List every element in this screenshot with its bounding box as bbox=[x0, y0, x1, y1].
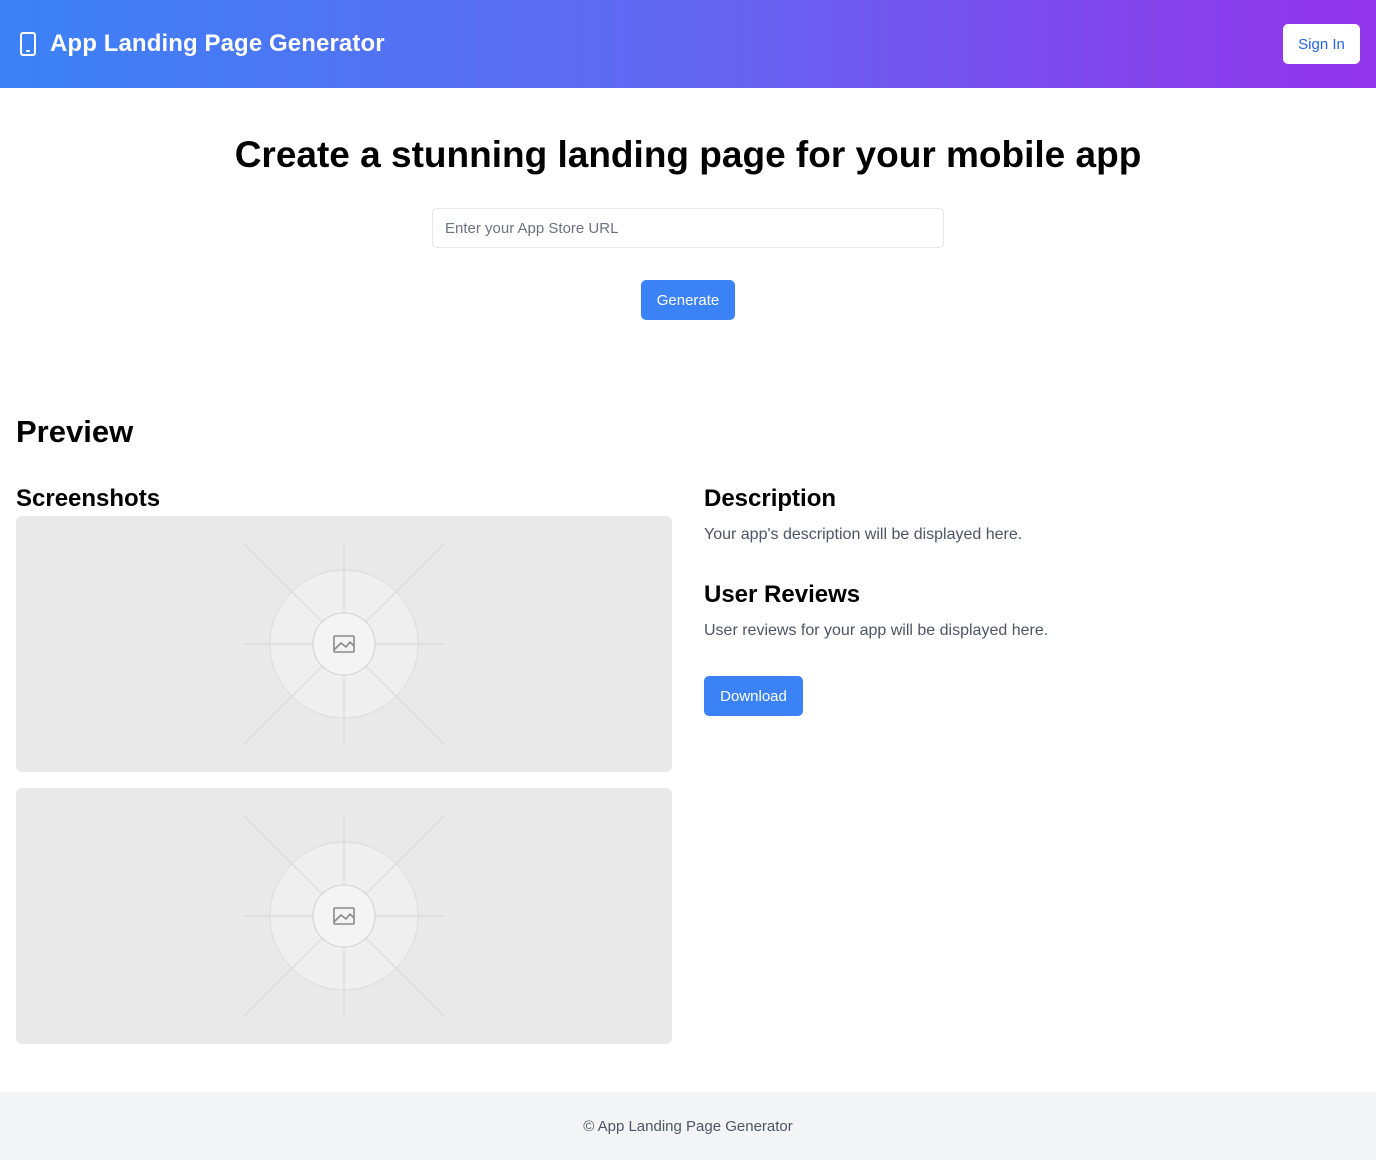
footer: © App Landing Page Generator bbox=[0, 1092, 1376, 1160]
screenshot-placeholder bbox=[16, 788, 672, 1044]
user-reviews-text: User reviews for your app will be displa… bbox=[704, 622, 1049, 639]
top-navbar: App Landing Page Generator Sign In bbox=[0, 0, 1376, 88]
user-reviews-heading: User Reviews bbox=[704, 581, 861, 608]
description-heading: Description bbox=[704, 485, 837, 512]
description-text: Your app's description will be displayed… bbox=[704, 526, 1023, 543]
image-placeholder-icon bbox=[243, 543, 445, 745]
generate-button[interactable]: Generate bbox=[641, 280, 735, 320]
sign-in-button[interactable]: Sign In bbox=[1283, 24, 1360, 64]
app-store-url-input[interactable] bbox=[432, 208, 944, 248]
preview-heading: Preview bbox=[16, 414, 134, 449]
screenshots-heading: Screenshots bbox=[16, 485, 161, 512]
brand: App Landing Page Generator bbox=[18, 30, 385, 58]
image-placeholder-icon bbox=[243, 815, 445, 1017]
smartphone-icon bbox=[20, 32, 36, 56]
hero-title: Create a stunning landing page for your … bbox=[234, 134, 1142, 175]
screenshot-placeholder bbox=[16, 516, 672, 772]
footer-copyright: © App Landing Page Generator bbox=[583, 1117, 793, 1135]
download-button[interactable]: Download bbox=[704, 676, 803, 716]
app-title: App Landing Page Generator bbox=[50, 30, 385, 57]
